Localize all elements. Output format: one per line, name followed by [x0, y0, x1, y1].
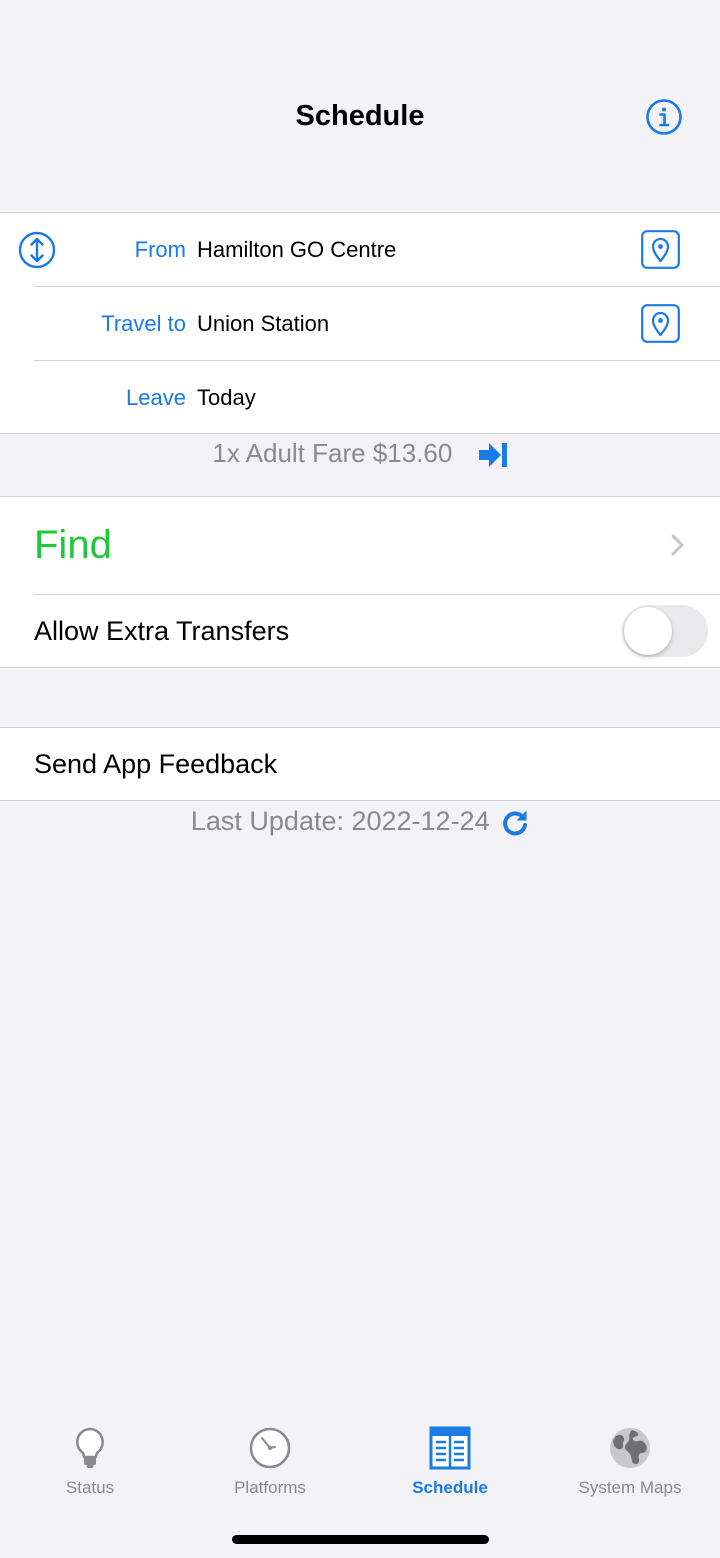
tab-system-maps-label: System Maps — [578, 1478, 682, 1497]
extra-transfers-row: Allow Extra Transfers — [0, 595, 720, 668]
find-button[interactable]: Find — [0, 497, 720, 594]
globe-icon — [610, 1428, 650, 1468]
fare-details-button[interactable] — [478, 439, 508, 468]
last-update-text: Last Update: 2022-12-24 — [190, 805, 490, 836]
route-card: From Hamilton GO Centre Travel to Union … — [0, 212, 720, 434]
travel-to-location-button[interactable] — [641, 304, 680, 343]
extra-transfers-toggle[interactable] — [622, 605, 708, 657]
leave-time-value[interactable]: Today — [197, 361, 256, 434]
fare-info: 1x Adult Fare $13.60 — [0, 430, 720, 472]
fare-text: 1x Adult Fare $13.60 — [212, 438, 453, 469]
travel-to-station-value[interactable]: Union Station — [197, 287, 329, 360]
arrow-to-line-right-icon — [478, 443, 507, 468]
send-feedback-button[interactable]: Send App Feedback — [0, 727, 720, 801]
find-section: Find Allow Extra Transfers — [0, 496, 720, 668]
leave-label: Leave — [126, 385, 186, 410]
info-circle-icon — [646, 99, 682, 135]
from-label: From — [134, 237, 186, 262]
leave-row[interactable]: Leave Today — [0, 361, 720, 434]
travel-to-row[interactable]: Travel to Union Station — [0, 287, 720, 360]
tab-platforms-label: Platforms — [234, 1478, 306, 1497]
from-station-value[interactable]: Hamilton GO Centre — [197, 213, 396, 286]
tab-status-label: Status — [65, 1478, 115, 1497]
lightbulb-icon — [76, 1427, 104, 1468]
refresh-icon — [503, 810, 528, 836]
from-row[interactable]: From Hamilton GO Centre — [0, 213, 720, 286]
travel-to-label: Travel to — [101, 311, 186, 336]
map-pin-icon — [641, 230, 680, 269]
tab-status[interactable]: Status — [0, 1418, 180, 1518]
home-indicator — [232, 1535, 489, 1544]
tab-platforms[interactable]: Platforms — [180, 1418, 360, 1518]
find-label: Find — [34, 523, 112, 567]
extra-transfers-label: Allow Extra Transfers — [34, 616, 290, 646]
page-title: Schedule — [295, 100, 425, 132]
info-button[interactable] — [645, 98, 683, 136]
map-pin-icon — [641, 304, 680, 343]
clock-icon — [249, 1427, 291, 1469]
refresh-button[interactable] — [501, 807, 529, 836]
chevron-right-icon — [671, 534, 684, 556]
tab-schedule[interactable]: Schedule — [360, 1418, 540, 1518]
last-update-info: Last Update: 2022-12-24 — [0, 798, 720, 840]
tab-system-maps[interactable]: System Maps — [540, 1418, 720, 1518]
from-location-button[interactable] — [641, 230, 680, 269]
schedule-grid-icon — [429, 1426, 471, 1470]
send-feedback-label: Send App Feedback — [34, 749, 278, 779]
tab-schedule-label: Schedule — [412, 1478, 488, 1497]
toggle-knob — [624, 607, 672, 655]
